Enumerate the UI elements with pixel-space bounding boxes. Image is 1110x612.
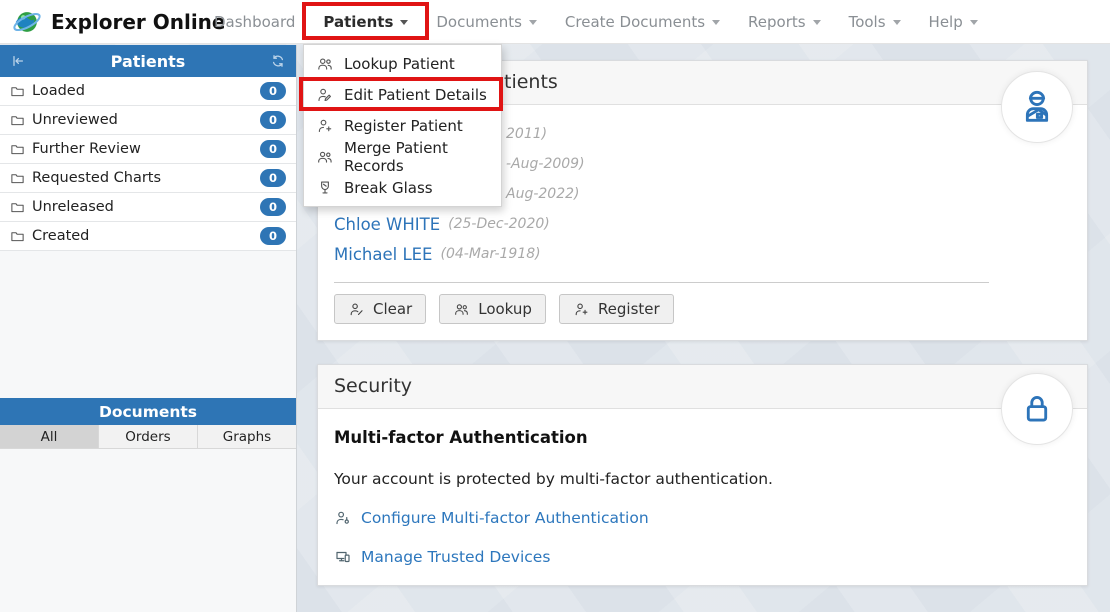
injured-patient-icon xyxy=(1017,87,1057,127)
person-add-icon xyxy=(316,117,334,135)
nav-dashboard[interactable]: Dashboard xyxy=(200,0,309,44)
clear-button[interactable]: Clear xyxy=(334,294,426,324)
patient-link-michael-lee[interactable]: Michael LEE xyxy=(334,245,432,264)
lookup-button[interactable]: Lookup xyxy=(439,294,546,324)
menu-item-register-patient[interactable]: Register Patient xyxy=(304,110,501,141)
patient-dob-fragment: 2011) xyxy=(506,126,547,142)
person-add-icon xyxy=(573,301,590,318)
mfa-status-text: Your account is protected by multi-facto… xyxy=(334,470,1071,488)
sidebar-item-unreleased[interactable]: Unreleased 0 xyxy=(0,193,296,222)
people-group-icon xyxy=(453,301,470,318)
person-edit-icon xyxy=(316,86,334,104)
register-button[interactable]: Register xyxy=(559,294,674,324)
folder-icon xyxy=(10,113,25,128)
folder-icon xyxy=(10,84,25,99)
count-badge: 0 xyxy=(260,140,286,158)
count-badge: 0 xyxy=(260,198,286,216)
main-menu: Dashboard Patients Documents Create Docu… xyxy=(200,0,992,44)
patient-link-chloe-white[interactable]: Chloe WHITE xyxy=(334,215,440,234)
sidebar-documents-title: Documents xyxy=(0,398,296,425)
folder-icon xyxy=(10,229,25,244)
sidebar-item-loaded[interactable]: Loaded 0 xyxy=(0,77,296,106)
sidebar-documents-panel: Documents All Orders Graphs xyxy=(0,398,296,449)
nav-create-documents[interactable]: Create Documents xyxy=(551,0,734,44)
configure-mfa-link[interactable]: Configure Multi-factor Authentication xyxy=(334,509,1071,527)
folder-icon xyxy=(10,171,25,186)
menu-item-edit-patient-details[interactable]: Edit Patient Details xyxy=(304,79,501,110)
nav-documents[interactable]: Documents xyxy=(422,0,551,44)
menu-item-merge-patient-records[interactable]: Merge Patient Records xyxy=(304,141,501,172)
divider xyxy=(334,282,989,283)
count-badge: 0 xyxy=(260,227,286,245)
caret-down-icon xyxy=(893,20,901,25)
collapse-sidebar-icon[interactable] xyxy=(10,53,26,69)
folder-icon xyxy=(10,142,25,157)
sidebar-item-unreviewed[interactable]: Unreviewed 0 xyxy=(0,106,296,135)
person-key-icon xyxy=(334,509,352,527)
patient-dob-fragment: Aug-2022) xyxy=(506,186,579,202)
lock-icon xyxy=(1018,390,1056,428)
caret-down-icon xyxy=(400,20,408,25)
patient-dob-fragment: -Aug-2009) xyxy=(506,156,585,172)
manage-trusted-devices-link[interactable]: Manage Trusted Devices xyxy=(334,548,1071,566)
tab-orders[interactable]: Orders xyxy=(99,425,198,448)
sidebar-patients-header: Patients xyxy=(0,45,296,77)
app-brand: Explorer Online xyxy=(0,7,200,37)
break-glass-icon xyxy=(316,179,334,197)
mfa-heading: Multi-factor Authentication xyxy=(334,428,1071,447)
sidebar: Patients Loaded 0 Unreviewed 0 Further R… xyxy=(0,45,297,612)
patients-dropdown-menu: Lookup Patient Edit Patient Details Regi… xyxy=(303,44,502,207)
person-clear-icon xyxy=(348,301,365,318)
folder-icon xyxy=(10,200,25,215)
security-card-header: Security xyxy=(318,365,1087,409)
documents-tabs: All Orders Graphs xyxy=(0,425,296,449)
nav-tools[interactable]: Tools xyxy=(835,0,915,44)
people-merge-icon xyxy=(316,148,334,166)
tab-all[interactable]: All xyxy=(0,425,99,448)
app-logo-icon xyxy=(12,7,42,37)
people-group-icon xyxy=(316,55,334,73)
sidebar-item-requested-charts[interactable]: Requested Charts 0 xyxy=(0,164,296,193)
sidebar-patients-title: Patients xyxy=(26,52,270,71)
nav-help[interactable]: Help xyxy=(915,0,992,44)
patients-card-actions: Clear Lookup Register xyxy=(334,294,1071,324)
count-badge: 0 xyxy=(260,111,286,129)
patient-row: Chloe WHITE (25-Dec-2020) xyxy=(334,209,1071,239)
count-badge: 0 xyxy=(260,82,286,100)
patients-card-title-fragment: tients xyxy=(504,71,558,93)
sidebar-item-further-review[interactable]: Further Review 0 xyxy=(0,135,296,164)
patient-dob: (04-Mar-1918) xyxy=(440,246,540,262)
devices-icon xyxy=(334,548,352,566)
caret-down-icon xyxy=(813,20,821,25)
tab-graphs[interactable]: Graphs xyxy=(198,425,296,448)
sidebar-item-created[interactable]: Created 0 xyxy=(0,222,296,251)
patient-dob: (25-Dec-2020) xyxy=(448,216,550,232)
security-card-body: Multi-factor Authentication Your account… xyxy=(318,409,1087,580)
caret-down-icon xyxy=(712,20,720,25)
caret-down-icon xyxy=(529,20,537,25)
menu-item-break-glass[interactable]: Break Glass xyxy=(304,172,501,203)
caret-down-icon xyxy=(970,20,978,25)
top-navbar: Explorer Online Dashboard Patients Docum… xyxy=(0,0,1110,44)
refresh-icon[interactable] xyxy=(270,53,286,69)
security-circle-badge xyxy=(1001,373,1073,445)
menu-item-lookup-patient[interactable]: Lookup Patient xyxy=(304,48,501,79)
patient-row: Michael LEE (04-Mar-1918) xyxy=(334,239,1071,269)
nav-patients[interactable]: Patients xyxy=(309,0,422,44)
count-badge: 0 xyxy=(260,169,286,187)
patient-circle-badge xyxy=(1001,71,1073,143)
nav-reports[interactable]: Reports xyxy=(734,0,835,44)
security-card: Security Multi-factor Authentication You… xyxy=(317,364,1088,586)
